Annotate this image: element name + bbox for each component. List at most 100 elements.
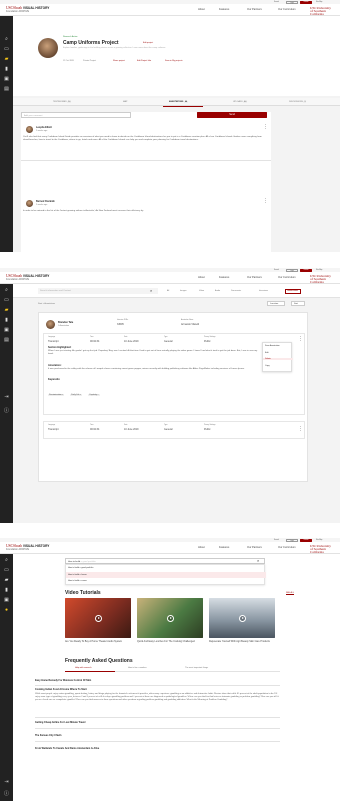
send-button[interactable]: Send	[197, 112, 267, 118]
search-icon[interactable]: ⌕	[4, 36, 10, 42]
faq-tab-research[interactable]: Help with research	[75, 667, 92, 669]
nav-partners[interactable]: Our Partners	[247, 546, 262, 549]
video-title[interactable]: Rejuvenate Yourself With Agri Beauty Ski…	[209, 640, 275, 643]
nav-partners[interactable]: Our Partners	[247, 276, 262, 279]
nav-features[interactable]: Features	[219, 8, 229, 11]
nav-partners[interactable]: Our Partners	[247, 8, 262, 11]
nav-curriculum[interactable]: Our Curriculum	[278, 276, 296, 279]
bookmark-icon[interactable]: ▮	[4, 317, 10, 323]
comment-input[interactable]: Add your comment	[21, 112, 131, 118]
keyword-chip[interactable]: Captivity ×	[88, 394, 100, 396]
chat-icon[interactable]: ▤	[4, 337, 10, 343]
suggestion-item[interactable]: How to build a career	[68, 580, 87, 582]
suggestion-item[interactable]: How to build a good portfolio	[68, 567, 93, 569]
faq-tab-important[interactable]: The most important things	[185, 667, 208, 669]
filter-documents[interactable]: Documents	[231, 290, 241, 292]
bookmark-icon[interactable]: ▮	[4, 66, 10, 72]
nav-features[interactable]: Features	[219, 276, 229, 279]
faq-question[interactable]: Getting Cheap Airline For Last Minute Tr…	[35, 721, 85, 724]
nav-about[interactable]: About	[198, 546, 205, 549]
search-icon[interactable]: ⌕	[4, 287, 10, 293]
video-title[interactable]: Quick And Easy Lunches For The Cooking C…	[137, 640, 203, 643]
value-date: 10 June 2019	[124, 340, 139, 343]
search-input[interactable]: Search information and Content	[38, 288, 158, 294]
share-project-link[interactable]: Share project	[113, 60, 125, 62]
label-language: Language	[48, 337, 56, 338]
help-icon[interactable]: ●	[4, 607, 10, 613]
faq-question-expanded[interactable]: Cooking Indian Food At Home Where To Sta…	[35, 688, 87, 691]
discussion-panel: Add your comment Send Leopha Elliott 2 w…	[21, 112, 271, 252]
filter-interviews[interactable]: Interviews	[259, 290, 268, 292]
folder-icon[interactable]: ▭	[4, 46, 10, 52]
site-logo[interactable]: USCShoah VISUAL HISTORY Foundation ARCHIV…	[6, 544, 49, 552]
play-icon[interactable]	[166, 614, 174, 622]
play-icon[interactable]	[238, 614, 246, 622]
menu-edit[interactable]: Edit	[265, 352, 268, 354]
context-menu: Save Annotation Edit Delete Copy	[262, 342, 293, 372]
site-logo[interactable]: USCShoah VISUAL HISTORY Foundation ARCHIV…	[6, 6, 49, 14]
nav-curriculum[interactable]: Our Curriculum	[278, 8, 296, 11]
filter-images[interactable]: Images	[180, 290, 187, 292]
comment-menu-icon[interactable]: ⋮	[263, 125, 268, 130]
search-icon[interactable]: ⌕	[150, 288, 152, 293]
suggestion-item-highlighted[interactable]: How to build a house	[66, 572, 266, 578]
filter-video[interactable]: Video	[199, 290, 204, 292]
video-title[interactable]: Are You Ready To Buy A Home Theater Audi…	[65, 640, 131, 643]
folder-open-icon[interactable]: ▰	[4, 56, 10, 62]
play-icon[interactable]	[94, 614, 102, 622]
site-logo[interactable]: USCShoah VISUAL HISTORY Foundation ARCHIV…	[6, 274, 49, 282]
faq-question[interactable]: From Wetlands To Canals And Dams Amsterd…	[35, 747, 99, 750]
menu-delete[interactable]: Delete	[263, 358, 293, 360]
nav-about[interactable]: About	[198, 276, 205, 279]
video-thumbnail[interactable]	[65, 598, 131, 638]
tab-uploads[interactable]: UPLOADS 44	[233, 100, 249, 103]
logout-icon[interactable]: ⇥	[4, 394, 10, 400]
nav-curriculum[interactable]: Our Curriculum	[278, 546, 296, 549]
user-card-icon[interactable]: ▣	[4, 76, 10, 82]
keyword-chip[interactable]: Discrimination ×	[48, 394, 65, 396]
edit-info-link[interactable]: Edit Project Info	[137, 60, 151, 62]
folder-icon[interactable]: ▭	[4, 567, 10, 573]
folder-icon[interactable]: ▭	[4, 297, 10, 303]
comment-menu-icon[interactable]: ⋮	[263, 199, 268, 204]
nav-features[interactable]: Features	[219, 546, 229, 549]
bookmark-icon[interactable]: ▮	[4, 587, 10, 593]
more-options-icon[interactable]: ⋮	[298, 427, 303, 432]
menu-copy[interactable]: Copy	[265, 365, 270, 367]
more-options-icon[interactable]: ⋮	[298, 337, 303, 342]
location-select[interactable]: Location	[267, 301, 285, 306]
tab-annotations[interactable]: ANNOTATIONS 44	[169, 100, 190, 103]
folder-open-icon[interactable]: ▰	[4, 577, 10, 583]
value-date: 10 June 2019	[124, 428, 139, 431]
filter-annotations[interactable]: Annotations	[285, 289, 301, 294]
tab-discussions[interactable]: DISCUSSIONS 3	[289, 100, 308, 103]
save-project-link[interactable]: Save in My projects	[165, 60, 182, 62]
info-icon[interactable]: ⓘ	[4, 791, 10, 797]
user-card-icon[interactable]: ▣	[4, 327, 10, 333]
faq-question[interactable]: Easy Home Remedy For Moisture Control Of…	[35, 679, 91, 682]
autocomplete-list: How to build a good portfolio How to bui…	[65, 564, 266, 585]
filter-all[interactable]: All	[167, 290, 169, 292]
sort-select[interactable]: Sort	[291, 301, 305, 306]
info-icon[interactable]: ⓘ	[4, 408, 10, 414]
video-thumbnail[interactable]	[137, 598, 203, 638]
sidebar: ⌕ ▭ ▰ ▮ ▣ ▤ ⇥ ⓘ	[0, 284, 13, 523]
value-privacy: Public	[204, 428, 211, 431]
menu-save[interactable]: Save Annotation	[265, 345, 280, 347]
user-card-icon[interactable]: ▣	[4, 597, 10, 603]
faq-question[interactable]: The Kansas City Chiefs	[35, 734, 62, 737]
nav-about[interactable]: About	[198, 8, 205, 11]
see-all-link[interactable]: SEE ALL	[286, 592, 294, 594]
tab-testimonies[interactable]: TESTIMONIES 14	[53, 100, 73, 103]
search-icon[interactable]: ⌕	[4, 557, 10, 563]
chat-icon[interactable]: ▤	[4, 86, 10, 92]
folder-open-icon[interactable]: ▰	[4, 307, 10, 313]
logout-icon[interactable]: ⇥	[4, 779, 10, 785]
video-thumbnail[interactable]	[209, 598, 275, 638]
edit-project-link[interactable]: Edit project	[143, 42, 153, 44]
search-icon[interactable]: ⌕	[257, 558, 259, 563]
faq-tab-member[interactable]: How to be a member	[128, 667, 147, 669]
filter-audio[interactable]: Audio	[215, 290, 220, 292]
keyword-chip[interactable]: Daily Life ×	[70, 394, 83, 396]
tab-map[interactable]: MAP	[123, 101, 127, 103]
